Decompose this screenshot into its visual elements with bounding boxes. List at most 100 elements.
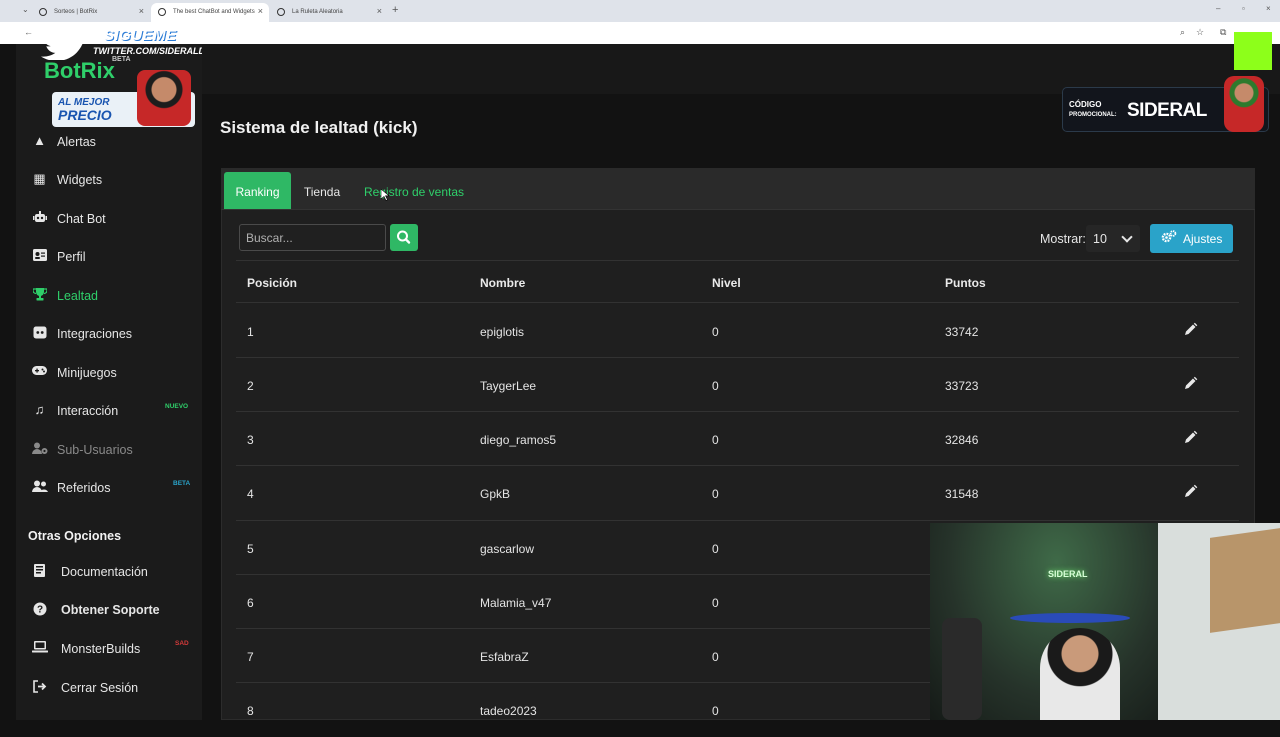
favicon-icon bbox=[39, 8, 47, 16]
trophy-icon bbox=[31, 288, 48, 302]
webcam-streamer bbox=[1040, 628, 1120, 720]
cell-name: TaygerLee bbox=[480, 379, 537, 393]
sidebar-item-label: Sub-Usuarios bbox=[57, 443, 133, 457]
column-header-nombre[interactable]: Nombre bbox=[480, 276, 525, 290]
zoom-icon[interactable]: ⌕ bbox=[1180, 27, 1185, 38]
table-row: 4 GpkB 0 31548 bbox=[236, 466, 1239, 520]
book-icon bbox=[32, 564, 47, 578]
cell-level: 0 bbox=[712, 596, 719, 610]
cell-position: 8 bbox=[247, 704, 254, 718]
webcam-corkboard bbox=[1210, 528, 1280, 633]
brand-beta-badge: BETA bbox=[112, 56, 131, 63]
mouse-cursor-icon bbox=[381, 189, 390, 201]
overlay-green-square bbox=[1234, 32, 1272, 70]
bookmark-star-icon[interactable]: ☆ bbox=[1196, 27, 1204, 38]
table-row: 2 TaygerLee 0 33723 bbox=[236, 358, 1239, 412]
cell-name: diego_ramos5 bbox=[480, 433, 557, 447]
search-input[interactable] bbox=[239, 224, 386, 251]
music-icon: ♫ bbox=[34, 402, 45, 417]
cell-position: 3 bbox=[247, 433, 254, 447]
search-button[interactable] bbox=[390, 224, 418, 251]
sidebar-item-label: Integraciones bbox=[57, 327, 133, 341]
cell-position: 2 bbox=[247, 379, 254, 393]
back-icon[interactable]: ← bbox=[24, 27, 33, 37]
tab-search-icon[interactable]: ⌄ bbox=[22, 5, 29, 14]
tab-registro-de-ventas[interactable]: Registro de ventas bbox=[356, 172, 472, 209]
close-window-icon[interactable]: × bbox=[1266, 4, 1271, 13]
favicon-icon bbox=[158, 8, 166, 16]
brand-logo[interactable]: BotRix bbox=[44, 58, 115, 84]
divider bbox=[236, 302, 1239, 303]
edit-pencil-icon[interactable] bbox=[1182, 484, 1198, 500]
show-entries-select[interactable]: 10 bbox=[1086, 225, 1140, 252]
extensions-icon[interactable]: ⧉ bbox=[1220, 27, 1226, 38]
sidebar-item-label: Interacción bbox=[57, 404, 119, 418]
gears-icon bbox=[1161, 230, 1177, 246]
cell-points: 31548 bbox=[945, 487, 979, 501]
sidebar-item-label: MonsterBuilds bbox=[61, 642, 141, 656]
other-options-heading: Otras Opciones bbox=[28, 529, 122, 543]
tab-ranking[interactable]: Ranking bbox=[224, 172, 291, 209]
browser-tab-strip: ⌄ Sorteos | BotRix × The best ChatBot an… bbox=[0, 0, 1280, 22]
cell-name: tadeo2023 bbox=[480, 704, 537, 718]
favicon-icon bbox=[277, 8, 285, 16]
minimize-icon[interactable]: – bbox=[1216, 4, 1220, 13]
svg-text:?: ? bbox=[36, 605, 42, 616]
browser-tab-active[interactable]: The best ChatBot and Widgets × bbox=[151, 3, 269, 22]
sidebar-item-label: Minijuegos bbox=[57, 366, 117, 380]
new-badge: NUEVO bbox=[165, 403, 189, 410]
gamepad-icon bbox=[32, 365, 47, 379]
cell-name: GpkB bbox=[480, 487, 511, 501]
warning-icon: ▲ bbox=[33, 133, 46, 148]
sidebar-item-referidos[interactable]: Referidos bbox=[32, 478, 192, 498]
divider bbox=[236, 260, 1239, 261]
question-icon: ? bbox=[32, 602, 47, 616]
promo-banner[interactable]: AL MEJOR PRECIO bbox=[52, 70, 195, 127]
sidebar-item-label: Documentación bbox=[61, 565, 148, 579]
close-tab-icon[interactable]: × bbox=[139, 6, 144, 16]
show-entries-label: Mostrar: bbox=[1040, 232, 1086, 246]
table-row: 1 epiglotis 0 33742 bbox=[236, 304, 1239, 358]
robot-icon bbox=[32, 211, 47, 225]
edit-pencil-icon[interactable] bbox=[1182, 430, 1198, 446]
sidebar-item-label: Alertas bbox=[57, 135, 96, 149]
webcam-chair bbox=[942, 618, 982, 720]
sidebar-item-label: Referidos bbox=[57, 481, 111, 495]
discord-icon bbox=[32, 326, 47, 340]
cell-name: Malamia_v47 bbox=[480, 596, 552, 610]
cell-level: 0 bbox=[712, 487, 719, 501]
maximize-icon[interactable]: ▫ bbox=[1242, 4, 1245, 13]
promo-line2: PRECIO bbox=[58, 107, 112, 123]
browser-tab-title: La Ruleta Aleatoria bbox=[292, 9, 343, 15]
close-tab-icon[interactable]: × bbox=[258, 6, 263, 16]
cell-position: 1 bbox=[247, 325, 254, 339]
settings-button[interactable]: Ajustes bbox=[1150, 224, 1233, 253]
table-row: 3 diego_ramos5 0 32846 bbox=[236, 412, 1239, 466]
edit-pencil-icon[interactable] bbox=[1182, 376, 1198, 392]
tab-tienda[interactable]: Tienda bbox=[295, 172, 349, 209]
sidebar-item-label: Perfil bbox=[57, 250, 86, 264]
edit-pencil-icon[interactable] bbox=[1182, 322, 1198, 338]
close-tab-icon[interactable]: × bbox=[377, 6, 382, 16]
sad-badge: SAD bbox=[175, 640, 189, 647]
cell-position: 6 bbox=[247, 596, 254, 610]
webcam-neon-sign: SIDERAL bbox=[1048, 569, 1088, 579]
users-cog-icon bbox=[32, 442, 48, 456]
browser-tab[interactable]: Sorteos | BotRix × bbox=[32, 3, 150, 22]
new-tab-icon[interactable]: + bbox=[392, 4, 398, 16]
cell-position: 4 bbox=[247, 487, 254, 501]
column-header-puntos[interactable]: Puntos bbox=[945, 276, 986, 290]
column-header-posicion[interactable]: Posición bbox=[247, 276, 297, 290]
sidebar-item-monsterbuilds[interactable]: MonsterBuilds bbox=[32, 639, 192, 659]
sign-out-icon bbox=[32, 680, 47, 694]
twitter-bird-icon bbox=[40, 23, 94, 62]
cell-position: 5 bbox=[247, 542, 254, 556]
sidebar-item-label: Cerrar Sesión bbox=[61, 681, 139, 695]
cell-level: 0 bbox=[712, 379, 719, 393]
cell-level: 0 bbox=[712, 542, 719, 556]
column-header-nivel[interactable]: Nivel bbox=[712, 276, 741, 290]
cell-points: 32846 bbox=[945, 433, 979, 447]
cell-name: epiglotis bbox=[480, 325, 525, 339]
browser-tab[interactable]: La Ruleta Aleatoria × bbox=[270, 3, 388, 22]
settings-label: Ajustes bbox=[1183, 232, 1223, 246]
